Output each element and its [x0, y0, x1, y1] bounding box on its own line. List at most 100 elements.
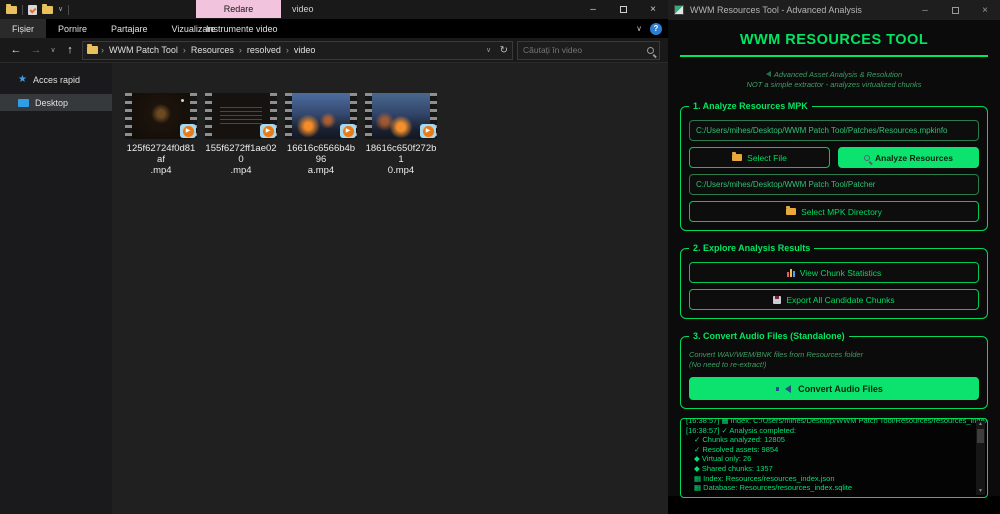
play-icon: ▶ — [423, 126, 434, 137]
select-mpk-directory-button[interactable]: Select MPK Directory — [689, 201, 979, 222]
file-tile[interactable]: ▶ 125f62724f0d81af.mp4 — [125, 93, 197, 514]
page-title: WWM RESOURCES TOOL — [680, 32, 988, 48]
video-thumbnail[interactable]: ▶ — [205, 93, 277, 139]
view-chunk-statistics-button[interactable]: View Chunk Statistics — [689, 262, 979, 283]
file-tile[interactable]: ▶ 18616c650f272b10.mp4 — [365, 93, 437, 514]
maximize-button[interactable] — [940, 0, 970, 20]
play-overlay-icon[interactable]: ▶ — [420, 124, 436, 138]
play-icon: ▶ — [263, 126, 274, 137]
mpk-directory-input[interactable] — [689, 174, 979, 195]
convert-note: Convert WAV/WEM/BNK files from Resources… — [689, 350, 979, 369]
scrollbar-thumb[interactable] — [977, 429, 984, 443]
ribbon-collapse-icon[interactable]: ∨ — [636, 24, 642, 33]
subtitle-line1: Advanced Asset Analysis & Resolution — [680, 70, 988, 80]
scroll-up-icon[interactable]: ▲ — [978, 421, 983, 428]
play-overlay-icon[interactable]: ▶ — [340, 124, 356, 138]
log-line: [16:38:57] ✓ Analysis completed: — [686, 426, 971, 436]
export-candidate-chunks-button[interactable]: Export All Candidate Chunks — [689, 289, 979, 310]
ribbon-tabs: Fișier Pornire Partajare Vizualizare Ins… — [0, 19, 668, 38]
select-file-button[interactable]: Select File — [689, 147, 830, 168]
ribbon-right-controls: ∨ ? — [636, 19, 662, 38]
forward-button[interactable]: → — [28, 44, 44, 56]
help-icon[interactable]: ? — [650, 23, 662, 35]
new-folder-icon[interactable] — [42, 6, 53, 14]
close-button[interactable]: × — [638, 0, 668, 19]
mpkinfo-path-input[interactable] — [689, 120, 979, 141]
file-actions-row: Select File Analyze Resources — [689, 147, 979, 168]
log-scrollbar[interactable]: ▲ ▼ — [976, 421, 985, 495]
file-name[interactable]: 125f62724f0d81af.mp4 — [125, 143, 197, 176]
search-input[interactable] — [523, 45, 647, 55]
note-line: Convert WAV/WEM/BNK files from Resources… — [689, 350, 979, 360]
breadcrumb-segment[interactable]: WWM Patch Tool — [107, 45, 180, 55]
log-console[interactable]: [16:38:57] ▦ Index: C:/Users/mihes/Deskt… — [680, 418, 988, 498]
file-name-line: 125f62724f0d81af — [125, 143, 197, 165]
properties-icon[interactable] — [28, 5, 37, 15]
magnifier-icon — [864, 155, 870, 161]
log-line: ✓ Resolved assets: 9854 — [686, 445, 971, 455]
maximize-icon — [952, 7, 959, 14]
file-tile[interactable]: ▶ 155f6272ff1ae020.mp4 — [205, 93, 277, 514]
up-button[interactable]: ↑ — [62, 44, 78, 56]
play-overlay-icon[interactable]: ▶ — [180, 124, 196, 138]
search-icon[interactable] — [647, 47, 654, 54]
window-title: video — [292, 0, 314, 18]
analyze-resources-button[interactable]: Analyze Resources — [838, 147, 979, 168]
contextual-tab-redare[interactable]: Redare — [196, 0, 281, 18]
refresh-icon[interactable]: ↻ — [500, 45, 508, 56]
file-name[interactable]: 18616c650f272b10.mp4 — [365, 143, 437, 176]
minimize-button[interactable]: – — [910, 0, 940, 20]
video-thumbnail[interactable]: ▶ — [285, 93, 357, 139]
video-thumbnail[interactable]: ▶ — [365, 93, 437, 139]
file-name-line: 0.mp4 — [365, 165, 437, 176]
subtitle-line2: NOT a simple extractor - analyzes virtua… — [680, 80, 988, 90]
scroll-down-icon[interactable]: ▼ — [978, 488, 983, 495]
speaker-icon — [785, 385, 791, 393]
tab-fisier[interactable]: Fișier — [0, 19, 46, 38]
breadcrumb-segment[interactable]: Resources — [189, 45, 236, 55]
button-label: View Chunk Statistics — [800, 268, 882, 278]
breadcrumb[interactable]: › WWM Patch Tool › Resources › resolved … — [82, 41, 513, 60]
file-name[interactable]: 16616c6566b4b96a.mp4 — [285, 143, 357, 176]
breadcrumb-segment[interactable]: video — [292, 45, 318, 55]
navigation-pane: ★ Acces rapid Desktop — [0, 63, 112, 514]
subtitle-text: Advanced Asset Analysis & Resolution — [774, 70, 902, 79]
minimize-button[interactable]: – — [578, 0, 608, 19]
toolbar-separator — [22, 5, 23, 15]
log-line: ▦ Index: Resources/resources_index.json — [686, 474, 971, 484]
breadcrumb-segment[interactable]: resolved — [245, 45, 283, 55]
explorer-body: ★ Acces rapid Desktop ▶ 125f62724f0d81af… — [0, 63, 668, 514]
play-overlay-icon[interactable]: ▶ — [260, 124, 276, 138]
explorer-window: ∨ Redare video – × Fișier Pornire Partaj… — [0, 0, 668, 496]
file-tile[interactable]: ▶ 16616c6566b4b96a.mp4 — [285, 93, 357, 514]
app-window-title: WWM Resources Tool - Advanced Analysis — [690, 5, 862, 15]
file-name-line: 155f6272ff1ae020 — [205, 143, 277, 165]
maximize-button[interactable] — [608, 0, 638, 19]
star-icon: ★ — [18, 74, 27, 85]
file-name-line: 16616c6566b4b96 — [285, 143, 357, 165]
search-box[interactable] — [517, 41, 660, 60]
sidebar-item-desktop[interactable]: Desktop — [0, 94, 112, 111]
sidebar-item-label: Desktop — [35, 98, 68, 108]
convert-audio-files-button[interactable]: Convert Audio Files — [689, 377, 979, 400]
section-analyze-mpk: 1. Analyze Resources MPK Select File Ana… — [680, 106, 988, 231]
log-line: ✓ Chunks analyzed: 12805 — [686, 435, 971, 445]
desktop-icon — [18, 99, 29, 107]
file-name[interactable]: 155f6272ff1ae020.mp4 — [205, 143, 277, 176]
video-thumbnail[interactable]: ▶ — [125, 93, 197, 139]
chevron-down-icon[interactable]: ∨ — [58, 6, 63, 13]
tab-partajare[interactable]: Partajare — [99, 19, 160, 38]
button-label: Analyze Resources — [875, 153, 953, 163]
button-label: Convert Audio Files — [798, 384, 883, 394]
folder-icon[interactable] — [6, 6, 17, 14]
toolbar-separator — [68, 5, 69, 15]
back-button[interactable]: ← — [8, 44, 24, 56]
explorer-titlebar: ∨ Redare video – × — [0, 0, 668, 19]
address-dropdown-icon[interactable]: ∨ — [484, 46, 494, 54]
tab-pornire[interactable]: Pornire — [46, 19, 99, 38]
sidebar-item-quick-access[interactable]: ★ Acces rapid — [0, 71, 112, 88]
recent-locations-icon[interactable]: ∨ — [48, 46, 58, 54]
tab-instrumente-video[interactable]: Instrumente video — [196, 19, 288, 38]
close-button[interactable]: × — [970, 0, 1000, 20]
address-right-controls: ∨ ↻ — [484, 45, 508, 56]
